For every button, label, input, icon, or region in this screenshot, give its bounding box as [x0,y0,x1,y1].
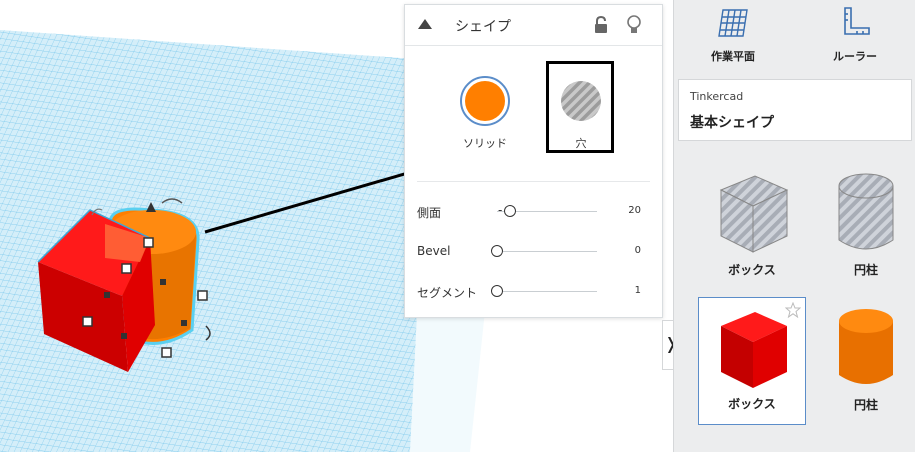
sides-slider-knob[interactable] [504,205,516,217]
star-icon[interactable] [785,302,801,318]
bevel-row: Bevel 0 [417,242,649,262]
inspector-divider [417,181,650,182]
library-selector[interactable]: Tinkercad 基本シェイプ [678,79,912,141]
hole-label: 穴 [575,137,587,150]
library-category: 基本シェイプ [690,115,774,131]
segments-value[interactable]: 1 [635,285,641,296]
shape-inspector-panel: シェイプ ソリッド 穴 側面 - 20 Bevel 0 セグメント 1 [404,4,663,318]
box-hole-icon [719,175,789,253]
bevel-value[interactable]: 0 [635,245,641,256]
shape-label: ボックス [728,397,776,411]
shape-tile-box-hole[interactable]: ボックス [698,162,806,290]
bevel-slider-knob[interactable] [491,245,503,257]
ruler-button[interactable]: ルーラー [810,6,900,64]
shape-label: ボックス [728,263,776,277]
inspector-title: シェイプ [455,19,511,35]
segments-slider-track[interactable] [497,291,597,292]
shape-tile-cylinder[interactable]: 円柱 [812,297,915,425]
solid-label: ソリッド [463,137,507,150]
shape-label: 円柱 [853,263,878,277]
sides-label: 側面 [417,206,442,220]
sides-row: 側面 - 20 [417,202,649,222]
ruler-label: ルーラー [833,50,877,63]
shape-tile-box[interactable]: ボックス [698,297,806,425]
segments-slider-knob[interactable] [491,285,503,297]
solid-option[interactable]: ソリッド [457,75,513,151]
collapse-triangle-icon[interactable] [417,17,433,31]
hole-option[interactable]: 穴 [553,75,609,151]
library-source: Tinkercad [690,90,744,103]
workplane-icon [718,9,748,37]
bevel-slider-track[interactable] [497,251,597,252]
shape-tile-cylinder-hole[interactable]: 円柱 [812,162,915,290]
unlock-icon[interactable] [593,15,609,35]
ruler-icon [844,7,870,35]
sides-value[interactable]: 20 [628,205,641,216]
shape-library-panel: 作業平面 ルーラー Tinkercad 基本シェイプ ボックス 円柱 ボックス … [673,0,915,452]
solid-swatch-icon [460,76,510,126]
segments-row: セグメント 1 [417,282,649,302]
inspector-header: シェイプ [405,5,662,46]
workplane-label: 作業平面 [711,50,755,63]
bevel-label: Bevel [417,244,451,258]
hole-swatch-icon [561,81,601,121]
lightbulb-icon[interactable] [626,14,642,36]
segments-label: セグメント [417,286,478,300]
sides-dash: - [498,203,503,217]
workplane-button[interactable]: 作業平面 [688,6,778,64]
box-solid-icon [721,312,787,388]
cylinder-solid-icon [839,309,893,384]
shape-label: 円柱 [853,398,878,412]
cylinder-hole-icon [838,173,894,250]
